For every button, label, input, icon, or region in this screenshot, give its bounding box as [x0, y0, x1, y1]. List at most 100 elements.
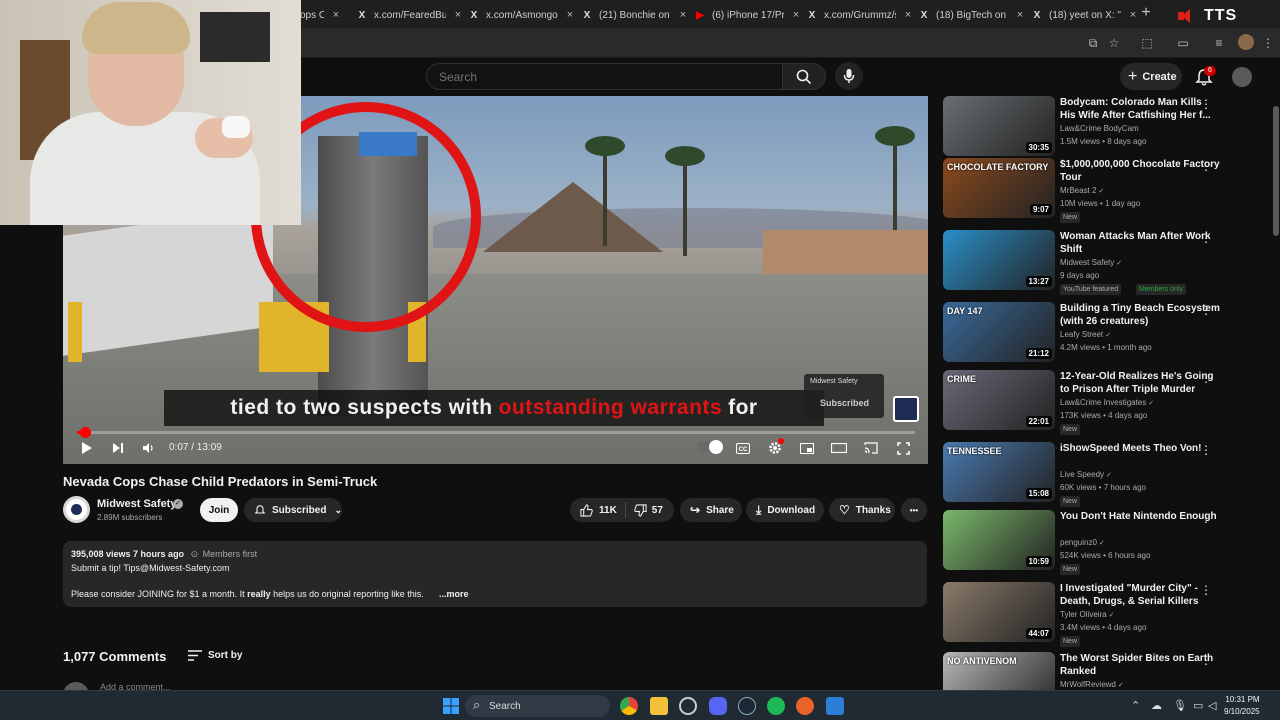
recommended-video-channel[interactable]: MrBeast 2 ✓: [1060, 186, 1104, 195]
search-input[interactable]: [427, 64, 782, 89]
video-options-menu-icon[interactable]: ⋮: [1200, 98, 1212, 112]
channel-name[interactable]: Midwest Safety: [97, 498, 176, 510]
video-options-menu-icon[interactable]: ⋮: [1200, 232, 1212, 246]
like-count[interactable]: 11K: [599, 505, 617, 516]
recommended-video-title[interactable]: 12-Year-Old Realizes He's Going to Priso…: [1060, 370, 1220, 396]
tray-overflow-chevron-icon[interactable]: ⌃: [1131, 699, 1140, 712]
close-icon[interactable]: ×: [330, 9, 342, 21]
recommended-video-channel[interactable]: Tyler Oliveira ✓: [1060, 610, 1115, 619]
file-explorer-icon[interactable]: [650, 697, 668, 715]
new-tab-button[interactable]: +: [1139, 4, 1153, 22]
tab-6[interactable]: X (18) BigTech on X ×: [912, 4, 1026, 26]
chrome-icon[interactable]: [620, 697, 638, 715]
spotify-icon[interactable]: [767, 697, 785, 715]
thumbs-down-icon[interactable]: [634, 503, 647, 517]
thanks-button[interactable]: ♡ Thanks: [829, 498, 895, 522]
recommended-video-title[interactable]: $1,000,000,000 Chocolate Factory Tour: [1060, 158, 1220, 184]
tab-7[interactable]: X (18) yeet on X: "H ×: [1025, 4, 1139, 26]
show-more-link[interactable]: ...more: [439, 589, 469, 599]
subscribed-button[interactable]: Subscribed ⌄: [244, 498, 342, 522]
description-box[interactable]: 395,008 views 7 hours ago ⊙ Members firs…: [63, 541, 927, 607]
video-options-menu-icon[interactable]: ⋮: [1200, 160, 1212, 174]
fullscreen-button[interactable]: [894, 438, 912, 458]
recommended-video[interactable]: CRIME 22:01 12-Year-Old Realizes He's Goin…: [943, 370, 1263, 435]
display-tray-icon[interactable]: ▭: [1193, 699, 1203, 712]
taskbar-search[interactable]: Search: [465, 695, 610, 717]
browser-menu-icon[interactable]: ⋮: [1260, 35, 1276, 51]
recommended-video[interactable]: 13:27 Woman Attacks Man After Work Shift M…: [943, 230, 1263, 295]
search-button[interactable]: [782, 63, 826, 90]
video-thumbnail[interactable]: CHOCOLATE FACTORY 9:07: [943, 158, 1055, 218]
recommended-video[interactable]: 30:35 Bodycam: Colorado Man Kills His Wif…: [943, 96, 1263, 160]
theater-mode-button[interactable]: [830, 438, 848, 458]
autoplay-toggle[interactable]: [697, 440, 723, 454]
profile-avatar[interactable]: [1238, 34, 1254, 50]
tray-app-icon[interactable]: ☁: [1151, 699, 1162, 712]
tab-1[interactable]: X x.com/FearedBuck ×: [350, 4, 464, 26]
volume-tray-icon[interactable]: ◁: [1208, 699, 1216, 712]
recommended-video[interactable]: CHOCOLATE FACTORY 9:07 $1,000,000,000 Choc…: [943, 158, 1263, 223]
recommended-video[interactable]: TENNESSEE 15:08 iShowSpeed Meets Theo Von!…: [943, 442, 1263, 507]
recommended-video-channel[interactable]: Law&Crime Investigates ✓: [1060, 398, 1154, 407]
recommended-video[interactable]: NO ANTIVENOM The Worst Spider Bites on Ea…: [943, 652, 1263, 690]
join-button[interactable]: Join: [200, 498, 238, 522]
progress-scrubber[interactable]: [79, 427, 91, 438]
tab-5[interactable]: X x.com/Grummz/st ×: [800, 4, 914, 26]
video-thumbnail[interactable]: CRIME 22:01: [943, 370, 1055, 430]
video-thumbnail[interactable]: 44:07: [943, 582, 1055, 642]
bookmark-star-icon[interactable]: ☆: [1106, 35, 1122, 51]
tab-4[interactable]: ▶ (6) iPhone 17/Pro ×: [688, 4, 802, 26]
extensions-icon[interactable]: ⬚: [1139, 35, 1155, 51]
video-thumbnail[interactable]: 13:27: [943, 230, 1055, 290]
recommended-video-channel[interactable]: Midwest Safety ✓: [1060, 258, 1122, 267]
video-thumbnail[interactable]: NO ANTIVENOM: [943, 652, 1055, 690]
obs-icon[interactable]: [679, 697, 697, 715]
tab-0[interactable]: ops C ×: [296, 4, 342, 26]
recommended-video-title[interactable]: Bodycam: Colorado Man Kills His Wife Aft…: [1060, 96, 1220, 122]
miniplayer-button[interactable]: [798, 438, 816, 458]
install-app-icon[interactable]: ⧉: [1085, 35, 1101, 51]
tab-2[interactable]: X x.com/Asmongold ×: [462, 4, 576, 26]
video-thumbnail[interactable]: 10:59: [943, 510, 1055, 570]
monitor-app-icon[interactable]: [826, 697, 844, 715]
cast-button[interactable]: [862, 438, 880, 458]
video-options-menu-icon[interactable]: ⋮: [1200, 584, 1212, 598]
volume-button[interactable]: [140, 438, 156, 458]
recommended-video[interactable]: 10:59 You Don't Hate Nintendo Enough pengu…: [943, 510, 1263, 575]
share-button[interactable]: ↪ Share: [680, 498, 742, 522]
recommended-video-channel[interactable]: Law&Crime BodyCam: [1060, 124, 1139, 133]
next-button[interactable]: [110, 438, 126, 458]
account-avatar[interactable]: [1232, 67, 1252, 87]
recommended-video[interactable]: 44:07 I Investigated "Murder City" - Deat…: [943, 582, 1263, 647]
create-button[interactable]: + Create: [1120, 63, 1182, 90]
windows-start-icon[interactable]: [442, 697, 460, 715]
recommended-video-title[interactable]: Woman Attacks Man After Work Shift: [1060, 230, 1220, 256]
channel-watermark[interactable]: [893, 396, 919, 422]
recommended-video-title[interactable]: Building a Tiny Beach Ecosystem (with 26…: [1060, 302, 1220, 328]
scrollbar-thumb[interactable]: [1273, 106, 1279, 236]
captions-button[interactable]: CC: [734, 438, 752, 458]
sort-comments-button[interactable]: Sort by: [188, 647, 242, 663]
video-thumbnail[interactable]: 30:35: [943, 96, 1055, 156]
page-scrollbar[interactable]: [1273, 96, 1279, 690]
end-card-subscribe[interactable]: Midwest Safety Subscribed: [804, 374, 884, 418]
download-button[interactable]: ⤓ Download: [746, 498, 824, 522]
microphone-tray-icon[interactable]: 🎙︎: [1173, 699, 1187, 712]
recommended-video-title[interactable]: You Don't Hate Nintendo Enough: [1060, 510, 1220, 523]
video-thumbnail[interactable]: DAY 147 21:12: [943, 302, 1055, 362]
taskbar-clock[interactable]: 10:31 PM 9/10/2025: [1224, 694, 1260, 718]
tab-3[interactable]: X (21) Bonchie on X ×: [575, 4, 689, 26]
video-options-menu-icon[interactable]: ⋮: [1200, 372, 1212, 386]
close-icon[interactable]: ×: [1127, 9, 1139, 21]
discord-icon[interactable]: [709, 697, 727, 715]
recommended-video-channel[interactable]: penguinz0 ✓: [1060, 538, 1105, 547]
video-options-menu-icon[interactable]: ⋮: [1200, 654, 1212, 668]
recommended-video-title[interactable]: I Investigated "Murder City" - Death, Dr…: [1060, 582, 1220, 608]
video-options-menu-icon[interactable]: ⋮: [1200, 512, 1212, 526]
thumbs-up-icon[interactable]: [580, 503, 593, 517]
steam-icon[interactable]: [738, 697, 756, 715]
voice-search-button[interactable]: [835, 62, 863, 90]
recommended-video-title[interactable]: iShowSpeed Meets Theo Von!: [1060, 442, 1220, 455]
recommended-video-channel[interactable]: Leafy Street ✓: [1060, 330, 1111, 339]
recommended-video-title[interactable]: The Worst Spider Bites on Earth Ranked: [1060, 652, 1220, 678]
